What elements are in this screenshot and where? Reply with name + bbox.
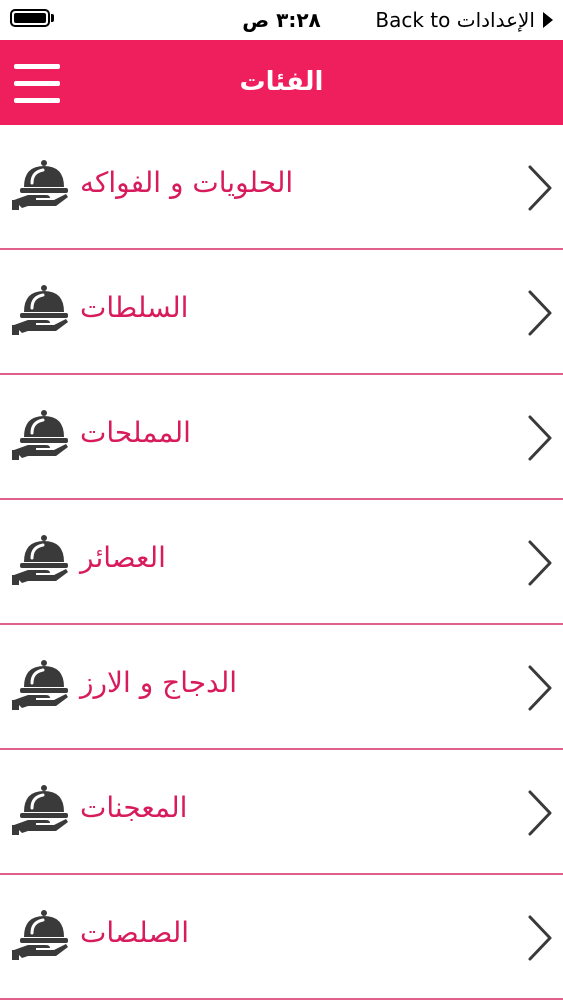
serving-cloche-icon — [12, 660, 68, 710]
category-label: الصلصات — [80, 916, 190, 949]
chevron-right-icon — [528, 665, 552, 711]
category-label: المملحات — [80, 416, 191, 449]
serving-cloche-icon — [12, 160, 68, 210]
category-label: السلطات — [80, 291, 189, 324]
chevron-right-icon — [528, 415, 552, 461]
back-arrow-icon — [543, 12, 553, 28]
category-item[interactable]: الصلصات — [0, 875, 563, 1000]
page-title: الفئات — [239, 67, 324, 97]
serving-cloche-icon — [12, 785, 68, 835]
category-label: الدجاج و الارز — [80, 666, 238, 699]
category-list: الحلويات و الفواكه السلطات المملحات العص… — [0, 125, 563, 1000]
category-label: الحلويات و الفواكه — [80, 166, 294, 199]
back-label: Back to الإعدادات — [375, 8, 535, 32]
nav-bar: الفئات — [0, 40, 563, 125]
chevron-right-icon — [528, 790, 552, 836]
chevron-right-icon — [528, 290, 552, 336]
serving-cloche-icon — [12, 285, 68, 335]
category-item[interactable]: الحلويات و الفواكه — [0, 125, 563, 250]
category-label: العصائر — [80, 541, 166, 574]
chevron-right-icon — [528, 165, 552, 211]
category-item[interactable]: المملحات — [0, 375, 563, 500]
serving-cloche-icon — [12, 910, 68, 960]
category-item[interactable]: السلطات — [0, 250, 563, 375]
chevron-right-icon — [528, 915, 552, 961]
category-item[interactable]: العصائر — [0, 500, 563, 625]
category-label: المعجنات — [80, 791, 188, 824]
back-to-settings-link[interactable]: Back to الإعدادات — [375, 6, 553, 34]
serving-cloche-icon — [12, 535, 68, 585]
chevron-right-icon — [528, 540, 552, 586]
category-item[interactable]: المعجنات — [0, 750, 563, 875]
serving-cloche-icon — [12, 410, 68, 460]
category-item[interactable]: الدجاج و الارز — [0, 625, 563, 750]
status-bar: ٣:٢٨ ص Back to الإعدادات — [0, 0, 563, 40]
